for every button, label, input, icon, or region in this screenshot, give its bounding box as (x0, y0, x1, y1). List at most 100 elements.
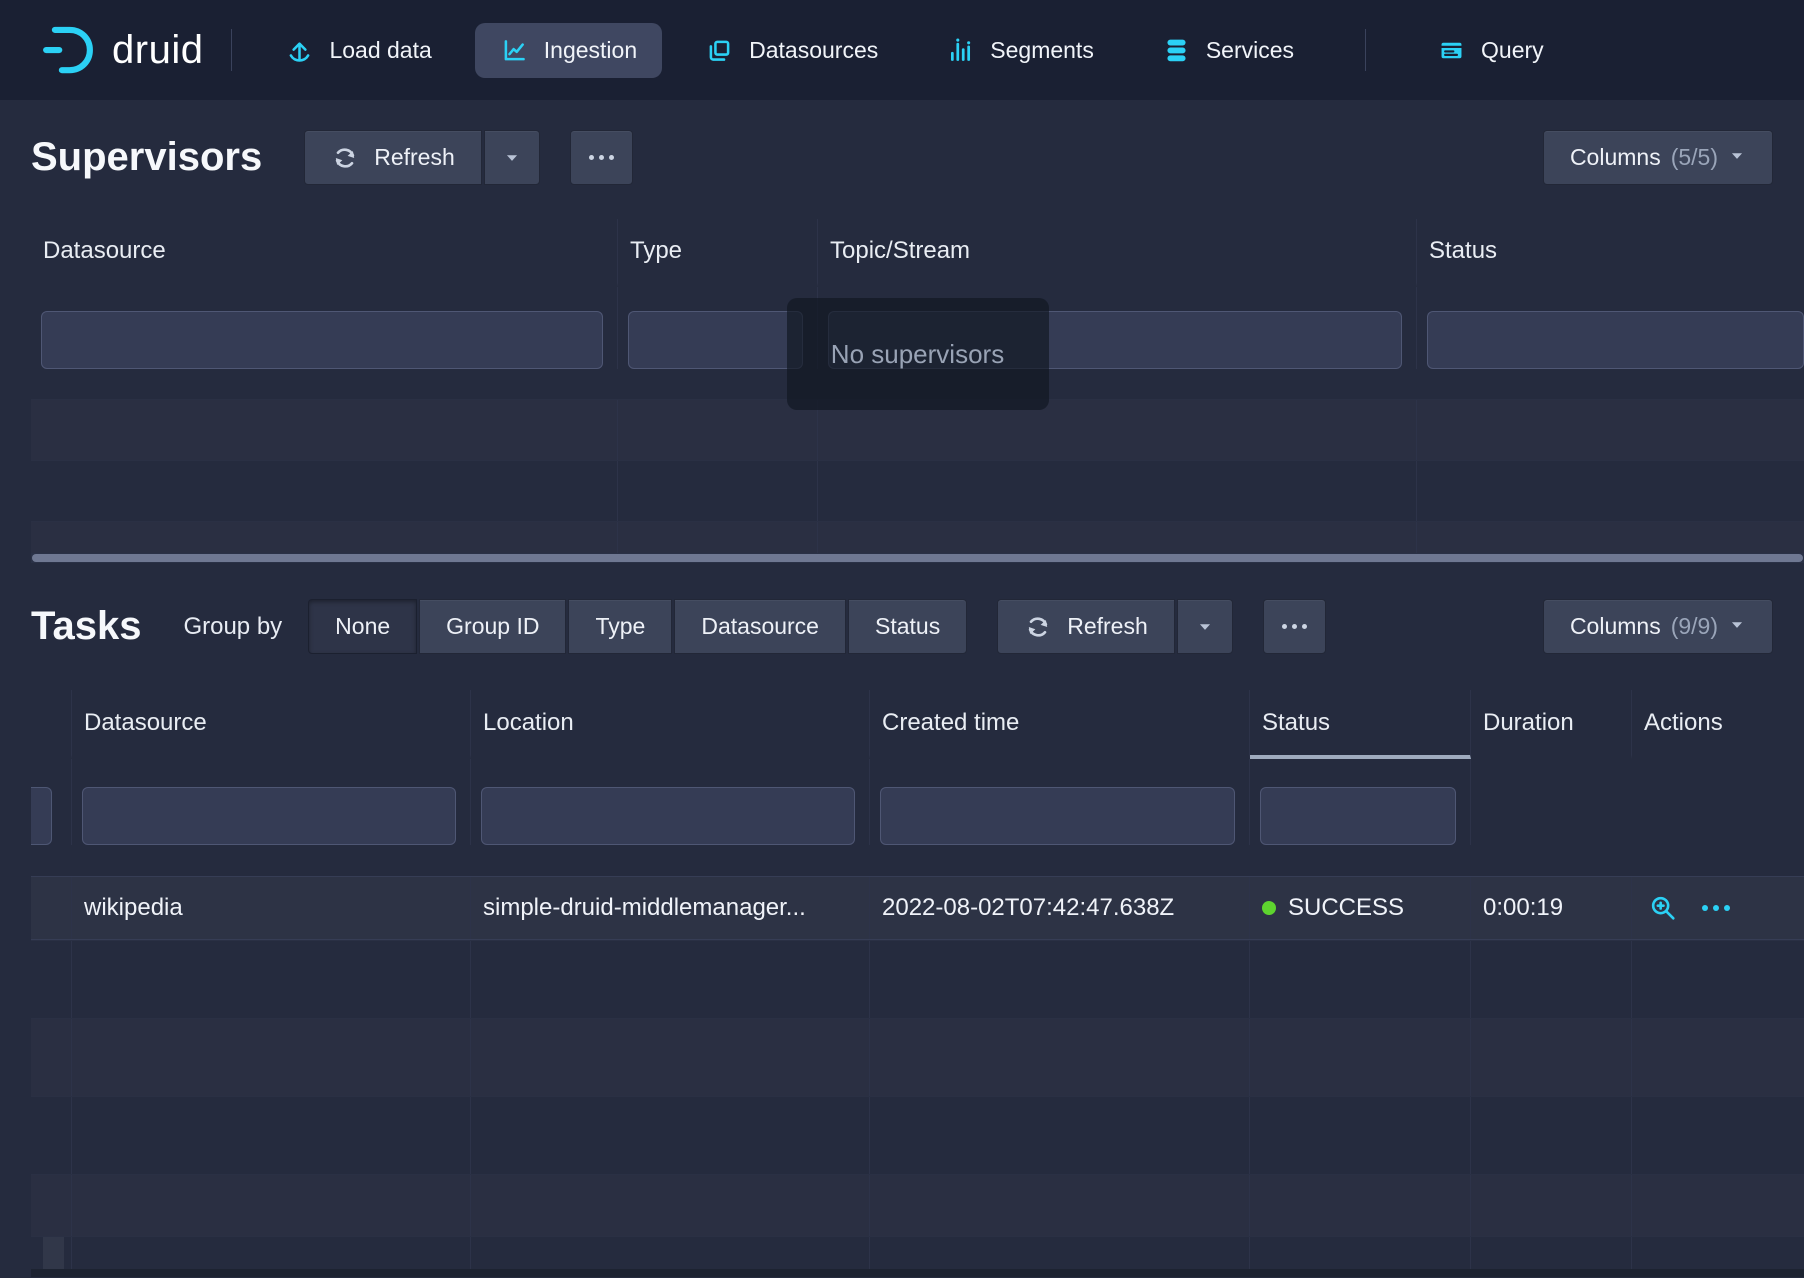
task-spacer-cell (31, 877, 72, 939)
tasks-section: Tasks Group by None Group ID Type Dataso… (0, 563, 1804, 1277)
group-by-option-label: Group ID (446, 613, 539, 640)
columns-count: (9/9) (1671, 613, 1718, 640)
tasks-horizontal-scrollbar-track[interactable] (31, 1269, 1804, 1277)
nav-item-services[interactable]: Services (1137, 23, 1319, 78)
nav-item-label: Segments (990, 37, 1094, 64)
supervisors-header: Supervisors Refresh (0, 100, 1804, 219)
nav-item-segments[interactable]: Segments (921, 23, 1119, 78)
task-created-time-cell: 2022-08-02T07:42:47.638Z (870, 877, 1250, 939)
caret-down-icon (503, 149, 521, 167)
column-header-actions[interactable]: Actions (1632, 690, 1804, 759)
supervisors-more-button[interactable] (570, 130, 633, 185)
partial-cell (43, 1237, 64, 1269)
caret-down-icon (1728, 144, 1746, 171)
bar-chart-icon (946, 36, 975, 65)
nav-item-label: Query (1481, 37, 1544, 64)
table-row (31, 1236, 1804, 1269)
column-header-datasource[interactable]: Datasource (31, 219, 618, 287)
refresh-caret-button[interactable] (484, 130, 540, 185)
tasks-table: Datasource Location Created time Status … (31, 690, 1804, 1277)
tasks-columns-button[interactable]: Columns (9/9) (1543, 599, 1773, 654)
table-row (31, 521, 1804, 553)
column-header-created-time[interactable]: Created time (870, 690, 1250, 759)
nav-item-label: Datasources (749, 37, 878, 64)
group-by-type-button[interactable]: Type (568, 599, 672, 654)
supervisors-table: Datasource Type Topic/Stream Status (31, 219, 1804, 553)
group-by-group-id-button[interactable]: Group ID (419, 599, 566, 654)
supervisors-columns-button[interactable]: Columns (5/5) (1543, 130, 1773, 185)
caret-down-icon (1196, 618, 1214, 636)
group-by-option-label: Type (595, 613, 645, 640)
group-by-status-button[interactable]: Status (848, 599, 967, 654)
columns-label: Columns (1570, 613, 1661, 640)
brand[interactable]: druid (40, 22, 203, 78)
group-by-segmented-control: None Group ID Type Datasource Status (308, 599, 967, 654)
console-icon (1437, 36, 1466, 65)
group-by-option-label: None (335, 613, 390, 640)
nav-item-label: Services (1206, 37, 1294, 64)
column-header-location[interactable]: Location (471, 690, 870, 759)
upload-icon (285, 36, 314, 65)
tasks-filter-created-time[interactable] (880, 787, 1235, 845)
column-header-spacer (31, 690, 72, 759)
task-location-cell: simple-druid-middlemanager... (471, 877, 870, 939)
partial-filter-input[interactable] (31, 787, 52, 845)
app: druid Load data Ingestion (0, 0, 1804, 1278)
refresh-icon (331, 144, 359, 172)
columns-count: (5/5) (1671, 144, 1718, 171)
caret-down-icon (1728, 613, 1746, 640)
columns-label: Columns (1570, 144, 1661, 171)
magnify-icon[interactable] (1648, 893, 1678, 923)
horizontal-scrollbar[interactable] (31, 553, 1804, 563)
column-header-type[interactable]: Type (618, 219, 818, 287)
nav-item-query[interactable]: Query (1412, 23, 1569, 78)
nav-divider (231, 29, 232, 71)
nav-items: Load data Ingestion Datasources (260, 23, 1568, 78)
no-supervisors-overlay: No supervisors (787, 298, 1049, 410)
nav-divider (1365, 29, 1366, 71)
task-actions-cell (1632, 877, 1804, 939)
supervisors-filter-status[interactable] (1427, 311, 1804, 369)
tasks-filter-status[interactable] (1260, 787, 1456, 845)
tasks-filter-datasource[interactable] (82, 787, 456, 845)
group-by-datasource-button[interactable]: Datasource (674, 599, 846, 654)
refresh-button[interactable]: Refresh (997, 599, 1175, 654)
page-title-supervisors: Supervisors (31, 135, 262, 180)
refresh-button[interactable]: Refresh (304, 130, 482, 185)
supervisors-filter-datasource[interactable] (41, 311, 603, 369)
column-header-status[interactable]: Status (1417, 219, 1804, 287)
chart-icon (500, 36, 529, 65)
column-header-status[interactable]: Status (1250, 690, 1471, 759)
refresh-label: Refresh (1067, 613, 1148, 640)
druid-logo-icon (40, 22, 96, 78)
nav-item-ingestion[interactable]: Ingestion (475, 23, 662, 78)
tasks-filter-row (31, 759, 1804, 876)
nav-item-label: Load data (329, 37, 431, 64)
database-icon (1162, 36, 1191, 65)
supervisors-table-header: Datasource Type Topic/Stream Status (31, 219, 1804, 287)
scrollbar-thumb[interactable] (32, 554, 1803, 562)
status-dot (1262, 901, 1276, 915)
status-label: SUCCESS (1288, 894, 1404, 922)
tasks-filter-location[interactable] (481, 787, 855, 845)
supervisors-filter-type[interactable] (628, 311, 803, 369)
task-more-icon[interactable] (1702, 905, 1730, 911)
task-datasource-cell: wikipedia (72, 877, 471, 939)
column-header-topic-stream[interactable]: Topic/Stream (818, 219, 1417, 287)
group-by-option-label: Status (875, 613, 940, 640)
refresh-label: Refresh (374, 144, 455, 171)
group-by-none-button[interactable]: None (308, 599, 417, 654)
supervisors-section: Supervisors Refresh (0, 100, 1804, 563)
task-duration-cell: 0:00:19 (1471, 877, 1632, 939)
nav-item-load-data[interactable]: Load data (260, 23, 456, 78)
column-header-datasource[interactable]: Datasource (72, 690, 471, 759)
tasks-refresh-split-button: Refresh (997, 599, 1233, 654)
refresh-caret-button[interactable] (1177, 599, 1233, 654)
tasks-more-button[interactable] (1263, 599, 1326, 654)
more-icon (589, 155, 614, 160)
column-header-duration[interactable]: Duration (1471, 690, 1632, 759)
task-row[interactable]: wikipedia simple-druid-middlemanager... … (31, 876, 1804, 940)
tasks-table-header: Datasource Location Created time Status … (31, 690, 1804, 759)
group-by-label: Group by (183, 613, 282, 641)
nav-item-datasources[interactable]: Datasources (680, 23, 903, 78)
